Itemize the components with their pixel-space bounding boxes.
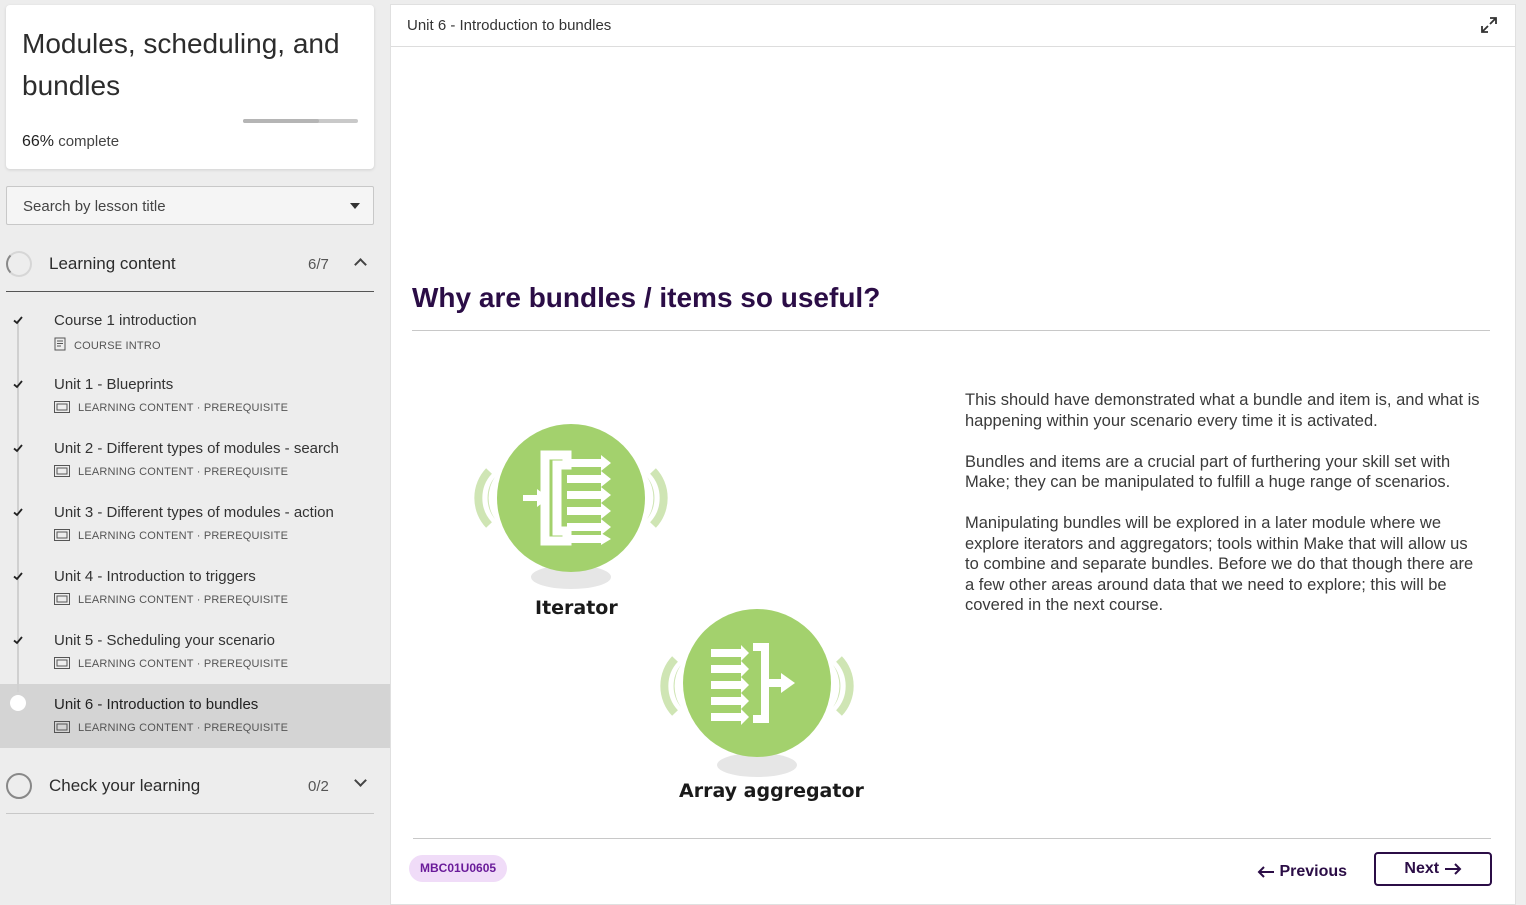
lesson-title: Unit 2 - Different types of modules - se… (54, 440, 339, 457)
lesson-meta: LEARNING CONTENT · PREREQUISITE (54, 721, 288, 736)
array-aggregator-module-icon (660, 609, 854, 777)
slides-icon (54, 401, 70, 416)
lesson-meta-text: LEARNING CONTENT · PREREQUISITE (78, 466, 289, 478)
checkmark-icon (12, 314, 24, 326)
lesson-topbar: Unit 6 - Introduction to bundles (391, 5, 1515, 47)
timeline-line (17, 684, 19, 692)
section-count: 6/7 (308, 256, 329, 273)
array-aggregator-label: Array aggregator (679, 780, 864, 802)
course-title: Modules, scheduling, and bundles (22, 28, 340, 101)
progress-fill (243, 119, 319, 123)
course-sidebar: Modules, scheduling, and bundles 66% com… (0, 0, 390, 905)
lesson-code-badge: MBC01U0605 (409, 855, 508, 882)
iterator-label: Iterator (535, 597, 618, 619)
lesson-title: Course 1 introduction (54, 312, 197, 329)
paragraph: This should have demonstrated what a bun… (965, 391, 1480, 430)
lesson-body-text: This should have demonstrated what a bun… (965, 390, 1485, 636)
lesson-meta-text: LEARNING CONTENT · PREREQUISITE (78, 658, 289, 670)
lesson-meta-text: LEARNING CONTENT · PREREQUISITE (78, 722, 289, 734)
lesson-item[interactable]: Unit 3 - Different types of modules - ac… (0, 492, 390, 556)
timeline-line (17, 320, 19, 364)
paragraph: Manipulating bundles will be explored in… (965, 514, 1474, 614)
lesson-meta: LEARNING CONTENT · PREREQUISITE (54, 401, 288, 416)
arrow-left-icon (1257, 866, 1274, 878)
lesson-heading: Why are bundles / items so useful? (412, 282, 881, 313)
arrow-right-icon (1444, 863, 1461, 875)
divider (413, 838, 1491, 839)
divider (412, 330, 1490, 331)
expand-icon[interactable] (1479, 15, 1499, 35)
lesson-item[interactable]: Unit 1 - Blueprints LEARNING CONTENT · PR… (0, 364, 390, 428)
next-label: Next (1404, 860, 1440, 877)
lesson-meta: LEARNING CONTENT · PREREQUISITE (54, 465, 288, 480)
next-button[interactable]: Next (1374, 852, 1492, 886)
previous-label: Previous (1279, 863, 1348, 880)
lesson-item[interactable]: Unit 5 - Scheduling your scenario LEARNIN… (0, 620, 390, 684)
lesson-meta-text: COURSE INTRO (74, 340, 161, 352)
caret-down-icon (350, 203, 360, 209)
progress-percent: 66% (22, 133, 55, 150)
unit-title: Unit 6 - Introduction to bundles (407, 17, 612, 34)
lesson-title: Unit 1 - Blueprints (54, 376, 174, 393)
document-icon (54, 337, 66, 354)
timeline-line (17, 364, 19, 428)
slides-icon (54, 593, 70, 608)
section-count: 0/2 (308, 778, 329, 795)
section-label: Learning content (49, 254, 176, 273)
lesson-content-panel: Unit 6 - Introduction to bundles Why are… (390, 4, 1516, 905)
empty-ring-icon (6, 773, 32, 799)
slides-icon (54, 721, 70, 736)
lesson-meta: LEARNING CONTENT · PREREQUISITE (54, 657, 288, 672)
chevron-down-icon[interactable] (354, 774, 367, 787)
slides-icon (54, 529, 70, 544)
lesson-item[interactable]: Unit 2 - Different types of modules - se… (0, 428, 390, 492)
iterator-module-icon (474, 424, 668, 589)
section-check-your-learning[interactable]: Check your learning 0/2 (6, 762, 374, 814)
lesson-title: Unit 3 - Different types of modules - ac… (54, 504, 334, 521)
section-label: Check your learning (49, 776, 201, 795)
timeline-line (17, 492, 19, 556)
section-learning-content[interactable]: Learning content 6/7 (6, 240, 374, 292)
lesson-title: Unit 6 - Introduction to bundles (54, 696, 259, 713)
checkmark-icon (12, 378, 24, 390)
timeline-line (17, 428, 19, 492)
previous-button[interactable]: Previous (1249, 857, 1355, 887)
lesson-list: Course 1 introduction COURSE INTRO Unit 1 … (0, 300, 390, 748)
timeline-line (17, 620, 19, 684)
timeline-line (17, 556, 19, 620)
chevron-up-icon[interactable] (354, 258, 367, 271)
lesson-title: Unit 4 - Introduction to triggers (54, 568, 256, 585)
lesson-meta: LEARNING CONTENT · PREREQUISITE (54, 529, 288, 544)
lesson-search-placeholder: Search by lesson title (23, 198, 166, 215)
lesson-meta-text: LEARNING CONTENT · PREREQUISITE (78, 594, 289, 606)
slides-icon (54, 657, 70, 672)
progress-bar (243, 119, 358, 123)
slides-icon (54, 465, 70, 480)
checkmark-icon (12, 634, 24, 646)
checkmark-icon (12, 442, 24, 454)
lesson-meta-text: LEARNING CONTENT · PREREQUISITE (78, 402, 289, 414)
lesson-meta-text: LEARNING CONTENT · PREREQUISITE (78, 530, 289, 542)
lesson-item[interactable]: Unit 4 - Introduction to triggers LEARNIN… (0, 556, 390, 620)
lesson-item[interactable]: Course 1 introduction COURSE INTRO (0, 300, 390, 364)
paragraph: Bundles and items are a crucial part of … (965, 452, 1451, 492)
lesson-meta: COURSE INTRO (54, 337, 161, 354)
course-card: Modules, scheduling, and bundles 66% com… (6, 5, 374, 169)
checkmark-icon (12, 570, 24, 582)
progress-text: 66% complete (22, 133, 119, 151)
lesson-title: Unit 5 - Scheduling your scenario (54, 632, 275, 649)
lesson-item[interactable]: Unit 6 - Introduction to bundles LEARNING… (0, 684, 390, 748)
progress-suffix: complete (58, 133, 120, 150)
checkmark-icon (12, 506, 24, 518)
lesson-meta: LEARNING CONTENT · PREREQUISITE (54, 593, 288, 608)
progress-ring-icon (6, 251, 32, 277)
current-lesson-dot-icon (10, 695, 26, 711)
lesson-search-select[interactable]: Search by lesson title (6, 186, 374, 225)
